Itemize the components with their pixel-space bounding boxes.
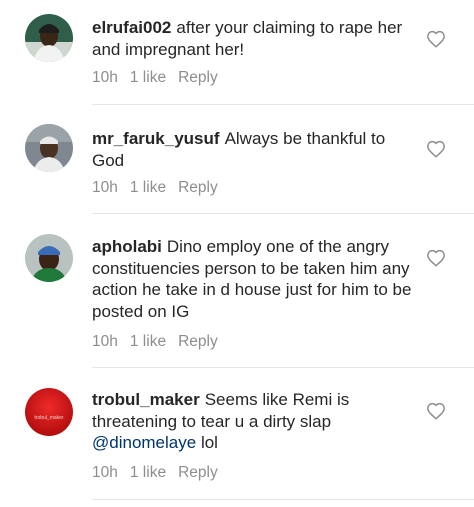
comment-suffix: lol: [200, 433, 218, 452]
divider: [92, 367, 474, 368]
comment-text: elrufai002 after your claiming to rape he…: [92, 17, 414, 60]
avatar-label: trobul_maker: [34, 415, 64, 421]
heart-icon[interactable]: [426, 30, 446, 48]
comment-likes[interactable]: 1 like: [130, 333, 166, 350]
comment-list: elrufai002 after your claiming to rape he…: [0, 0, 474, 507]
heart-icon[interactable]: [426, 140, 446, 158]
avatar[interactable]: [25, 14, 73, 62]
comment-likes[interactable]: 1 like: [130, 69, 166, 86]
avatar[interactable]: [25, 234, 73, 282]
reply-button[interactable]: Reply: [178, 179, 218, 196]
heart-icon[interactable]: [426, 249, 446, 267]
comment-meta: 10h 1 like Reply: [92, 179, 230, 197]
divider: [92, 213, 474, 214]
comment-text: mr_faruk_yusuf Always be thankful to God: [92, 128, 414, 171]
divider: [92, 104, 474, 105]
comment-time: 10h: [92, 333, 118, 350]
comment-username[interactable]: elrufai002: [92, 18, 171, 37]
avatar[interactable]: [25, 124, 73, 172]
comment-username[interactable]: apholabi: [92, 237, 162, 256]
comment-time: 10h: [92, 69, 118, 86]
comment-time: 10h: [92, 179, 118, 196]
comment-text: trobul_maker Seems like Remi is threateni…: [92, 389, 414, 454]
comment-meta: 10h 1 like Reply: [92, 464, 230, 482]
comment-meta: 10h 1 like Reply: [92, 333, 230, 351]
comment-text: apholabi Dino employ one of the angry con…: [92, 236, 414, 322]
reply-button[interactable]: Reply: [178, 69, 218, 86]
divider: [92, 499, 474, 500]
comment-username[interactable]: trobul_maker: [92, 390, 200, 409]
mention-link[interactable]: @dinomelaye: [92, 433, 196, 452]
reply-button[interactable]: Reply: [178, 464, 218, 481]
heart-icon[interactable]: [426, 402, 446, 420]
comment-username[interactable]: mr_faruk_yusuf: [92, 129, 220, 148]
comment-likes[interactable]: 1 like: [130, 464, 166, 481]
comment-likes[interactable]: 1 like: [130, 179, 166, 196]
comment-meta: 10h 1 like Reply: [92, 69, 230, 87]
avatar[interactable]: trobul_maker: [25, 388, 73, 436]
reply-button[interactable]: Reply: [178, 333, 218, 350]
comment-time: 10h: [92, 464, 118, 481]
